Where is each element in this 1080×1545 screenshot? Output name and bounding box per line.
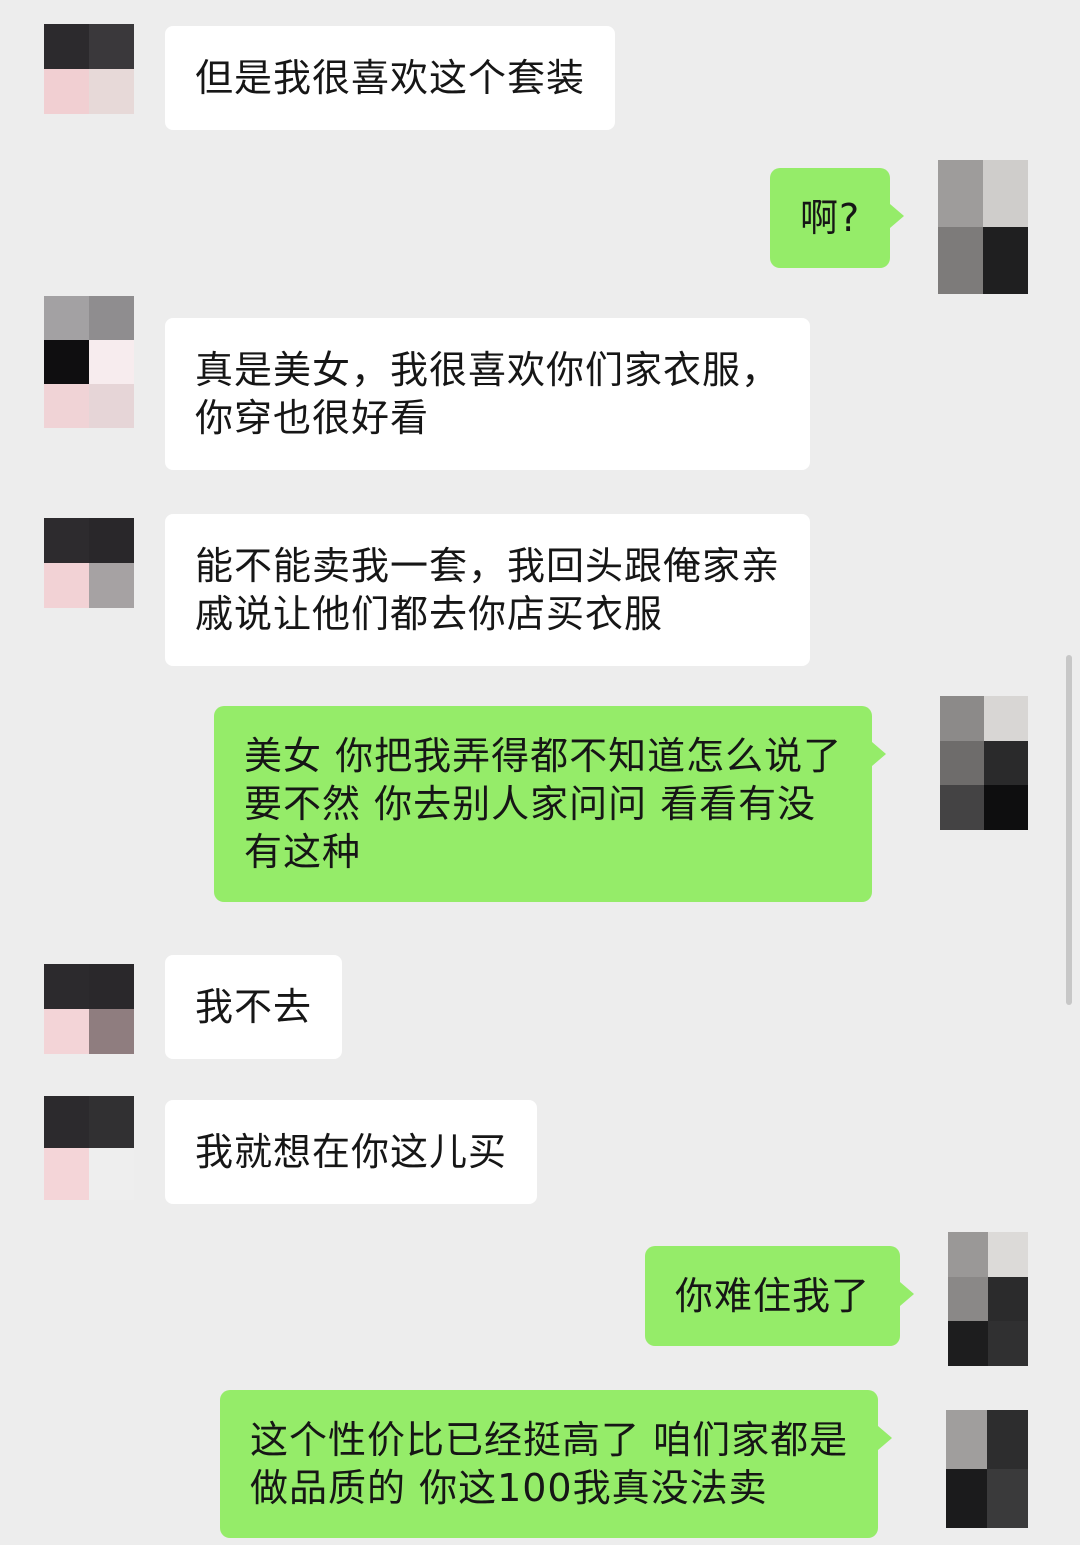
contact-avatar[interactable] — [44, 518, 134, 608]
message-bubble[interactable]: 我就想在你这儿买 — [165, 1100, 538, 1204]
user-avatar[interactable] — [940, 696, 1028, 830]
contact-avatar[interactable] — [44, 964, 134, 1054]
contact-avatar[interactable] — [44, 24, 134, 114]
contact-avatar[interactable] — [44, 296, 134, 428]
chat-scrollbar[interactable] — [1066, 655, 1072, 1005]
message-bubble[interactable]: 这个性价比已经挺高了 咱们家都是 做品质的 你这100我真没法卖 — [220, 1390, 893, 1538]
contact-avatar[interactable] — [44, 1096, 134, 1200]
message-bubble[interactable]: 美女 你把我弄得都不知道怎么说了 要不然 你去别人家问问 看看有没 有这种 — [214, 706, 887, 902]
message-bubble[interactable]: 能不能卖我一套，我回头跟俺家亲 戚说让他们都去你店买衣服 — [165, 514, 811, 666]
message-bubble[interactable]: 我不去 — [165, 955, 343, 1059]
user-avatar[interactable] — [938, 160, 1028, 294]
message-bubble[interactable]: 你难住我了 — [645, 1246, 915, 1346]
message-bubble[interactable]: 但是我很喜欢这个套装 — [165, 26, 616, 130]
user-avatar[interactable] — [946, 1410, 1028, 1528]
chat-window: 但是我很喜欢这个套装 啊? 真是美女，我很喜欢你们家衣服， 你穿也很好看 能不能… — [0, 0, 1080, 1545]
user-avatar[interactable] — [948, 1232, 1028, 1366]
message-bubble[interactable]: 啊? — [770, 168, 905, 268]
message-bubble[interactable]: 真是美女，我很喜欢你们家衣服， 你穿也很好看 — [165, 318, 811, 470]
